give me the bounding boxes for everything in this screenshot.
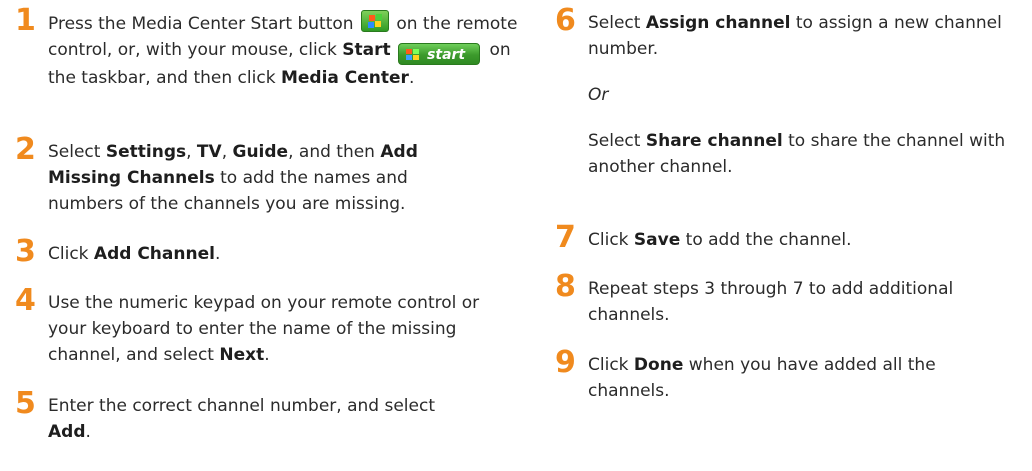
step-text: , and then (288, 142, 381, 162)
step-number: 8 (555, 269, 576, 304)
step-7: 7 Click Save to add the channel. (555, 221, 1032, 255)
step-text: . (85, 422, 91, 442)
step-bold-media-center: Media Center (280, 68, 409, 88)
step-bold: Add (48, 422, 86, 442)
step-alt-text: Select Share channel to share the channe… (588, 128, 1032, 180)
step-5: 5 Enter the correct channel number, and … (15, 387, 468, 445)
step-8: 8 Repeat steps 3 through 7 to add additi… (555, 270, 998, 328)
step-bold: TV (196, 142, 222, 162)
step-bold: Share channel (645, 131, 783, 151)
step-or: Or (588, 85, 609, 105)
step-text: Select (588, 13, 646, 33)
step-number: 2 (15, 132, 36, 167)
step-text: Enter the correct channel number, and se… (48, 396, 435, 416)
start-button-label: start (427, 47, 466, 63)
step-text: Click (588, 355, 634, 375)
step-text: . (264, 345, 270, 365)
step-6: 6 Select Assign channel to assign a new … (555, 4, 1032, 180)
windows-logo-icon (406, 49, 420, 61)
step-2: 2 Select Settings, TV, Guide, and then A… (15, 133, 485, 217)
step-text: to add the channel. (680, 230, 852, 250)
step-bold: Add Channel (93, 244, 215, 264)
step-bold: Done (633, 355, 684, 375)
step-text: Select (588, 131, 646, 151)
step-text: Repeat steps 3 through 7 to add addition… (588, 279, 954, 325)
step-number: 3 (15, 234, 36, 269)
step-number: 5 (15, 386, 36, 421)
step-1: 1 Press the Media Center Start button on… (15, 4, 518, 91)
step-bold: Assign channel (645, 13, 791, 33)
step-bold: Save (633, 230, 681, 250)
step-number: 6 (555, 3, 576, 38)
step-text: Select (48, 142, 106, 162)
step-number: 4 (15, 283, 36, 318)
step-text: , (186, 142, 197, 162)
step-number: 1 (15, 3, 36, 38)
step-bold-start: Start (342, 40, 391, 60)
windows-start-button: start (398, 43, 481, 65)
step-bold: Settings (105, 142, 187, 162)
step-4: 4 Use the numeric keypad on your remote … (15, 284, 485, 368)
step-3: 3 Click Add Channel. (15, 235, 485, 269)
step-text: . (408, 68, 415, 88)
step-bold: Next (219, 345, 265, 365)
step-9: 9 Click Done when you have added all the… (555, 346, 998, 404)
step-text: Press the Media Center Start button (48, 14, 359, 34)
step-number: 7 (555, 220, 576, 255)
step-text: Click (48, 244, 94, 264)
step-text: , (221, 142, 233, 162)
step-text: . (214, 244, 221, 264)
step-number: 9 (555, 345, 576, 380)
step-text: Click (588, 230, 634, 250)
step-bold: Guide (232, 142, 289, 162)
media-center-start-icon (360, 10, 389, 32)
